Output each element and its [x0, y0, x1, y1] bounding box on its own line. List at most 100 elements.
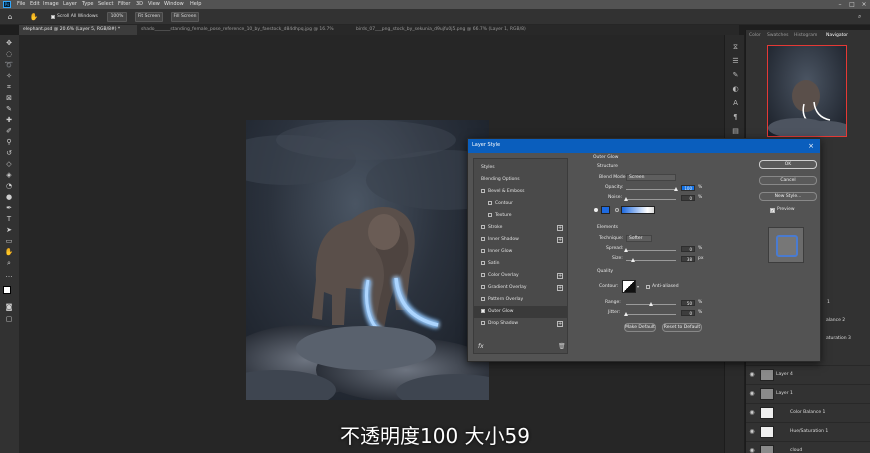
- menu-edit[interactable]: Edit: [30, 2, 40, 7]
- navigator-preview[interactable]: [767, 45, 847, 137]
- fill-screen-button[interactable]: Fill Screen: [171, 12, 199, 22]
- spread-slider-knob[interactable]: [623, 248, 628, 252]
- home-icon[interactable]: ⌂: [4, 12, 16, 22]
- style-checkbox[interactable]: [481, 188, 485, 193]
- minimize-icon[interactable]: –: [836, 1, 844, 8]
- chevron-down-icon[interactable]: ▾: [637, 285, 641, 289]
- layer-row[interactable]: ◉ Layer 1: [746, 384, 870, 403]
- properties-icon[interactable]: ☰: [731, 57, 740, 65]
- opacity-input[interactable]: 100: [681, 185, 695, 191]
- close-window-icon[interactable]: ×: [860, 1, 868, 8]
- brush-settings-icon[interactable]: ✎: [731, 71, 740, 79]
- menu-window[interactable]: Window: [164, 2, 184, 7]
- rectangle-tool-icon[interactable]: ▭: [4, 237, 14, 246]
- style-item[interactable]: Styles: [474, 162, 567, 174]
- technique-select[interactable]: Softer: [626, 235, 652, 242]
- adjustments-icon[interactable]: ◐: [731, 85, 740, 93]
- screen-mode-icon[interactable]: ▢: [4, 315, 14, 324]
- clone-stamp-icon[interactable]: ⚲: [4, 138, 14, 147]
- pen-tool-icon[interactable]: ✒: [4, 204, 14, 213]
- make-default-button[interactable]: Make Default: [624, 323, 656, 332]
- tab-swatches[interactable]: Swatches: [767, 33, 789, 39]
- anti-aliased-checkbox[interactable]: [646, 285, 650, 289]
- paint-bucket-icon[interactable]: ◈: [4, 171, 14, 180]
- style-checkbox[interactable]: [481, 284, 485, 289]
- maximize-icon[interactable]: □: [848, 1, 856, 8]
- foreground-color-swatch[interactable]: [3, 286, 11, 294]
- menu-filter[interactable]: Filter: [118, 2, 130, 7]
- style-item[interactable]: Pattern Overlay: [474, 294, 567, 306]
- eye-icon[interactable]: ◉: [748, 390, 756, 398]
- menu-image[interactable]: Image: [43, 2, 59, 7]
- style-item[interactable]: Color Overlay +: [474, 270, 567, 282]
- style-checkbox[interactable]: [488, 200, 492, 205]
- trash-icon[interactable]: 🗑: [558, 343, 566, 350]
- menu-layer[interactable]: Layer: [63, 2, 77, 7]
- style-item[interactable]: Bevel & Emboss: [474, 186, 567, 198]
- style-item[interactable]: Inner Shadow +: [474, 234, 567, 246]
- blur-tool-icon[interactable]: ◔: [4, 182, 14, 191]
- style-checkbox[interactable]: [481, 308, 485, 313]
- more-tools-icon[interactable]: …: [4, 271, 14, 280]
- eraser-icon[interactable]: ◇: [4, 160, 14, 169]
- healing-brush-icon[interactable]: ✚: [4, 116, 14, 125]
- style-checkbox[interactable]: [481, 248, 485, 253]
- new-style-button[interactable]: New Style...: [759, 192, 817, 201]
- layer-row[interactable]: ◉ Layer 4: [746, 365, 870, 384]
- tab-elephant[interactable]: elephant.psd @ 20.6% (Layer 5, RGB/8#) *: [19, 25, 137, 35]
- style-item[interactable]: Stroke +: [474, 222, 567, 234]
- type-tool-icon[interactable]: T: [4, 215, 14, 224]
- history-brush-icon[interactable]: ↺: [4, 149, 14, 158]
- move-tool-icon[interactable]: ✥: [4, 39, 14, 48]
- range-input[interactable]: 50: [681, 300, 695, 306]
- reset-to-default-button[interactable]: Reset to Default: [662, 323, 702, 332]
- style-item[interactable]: Outer Glow: [474, 306, 567, 318]
- tab-color[interactable]: Color: [749, 33, 761, 39]
- character-icon[interactable]: A: [731, 99, 740, 107]
- menu-help[interactable]: Help: [190, 2, 201, 7]
- style-item[interactable]: Blending Options: [474, 174, 567, 186]
- opacity-slider[interactable]: [626, 189, 676, 190]
- menu-view[interactable]: View: [148, 2, 160, 7]
- frame-tool-icon[interactable]: ⊠: [4, 94, 14, 103]
- opacity-slider-knob[interactable]: [673, 187, 678, 191]
- solid-color-radio[interactable]: [594, 208, 598, 212]
- spread-slider[interactable]: [626, 250, 676, 251]
- tab-navigator[interactable]: Navigator: [826, 33, 848, 39]
- noise-slider-knob[interactable]: [623, 197, 628, 201]
- menu-type[interactable]: Type: [82, 2, 93, 7]
- style-item[interactable]: Contour: [474, 198, 567, 210]
- style-checkbox[interactable]: [481, 260, 485, 265]
- ok-button[interactable]: OK: [759, 160, 817, 169]
- add-style-icon[interactable]: +: [557, 225, 563, 231]
- preview-checkbox[interactable]: ✓: [770, 208, 775, 213]
- gradient-radio[interactable]: [615, 208, 619, 212]
- search-icon[interactable]: ⌕: [858, 13, 866, 21]
- tab-birds[interactable]: birds_07___png_stock_by_sekunia_d9ujfu0j…: [352, 25, 542, 35]
- noise-slider[interactable]: [626, 199, 676, 200]
- style-item[interactable]: Satin: [474, 258, 567, 270]
- style-item[interactable]: Inner Glow: [474, 246, 567, 258]
- size-slider-knob[interactable]: [631, 258, 635, 262]
- dialog-titlebar[interactable]: Layer Style ×: [468, 139, 820, 153]
- add-style-icon[interactable]: +: [557, 273, 563, 279]
- document-canvas-image[interactable]: [246, 120, 489, 400]
- magic-wand-icon[interactable]: ✧: [4, 72, 14, 81]
- jitter-slider-knob[interactable]: [623, 312, 628, 316]
- style-checkbox[interactable]: [481, 224, 485, 229]
- style-checkbox[interactable]: [481, 296, 485, 301]
- spread-input[interactable]: 0: [681, 246, 695, 252]
- style-checkbox[interactable]: [481, 236, 485, 241]
- brush-tool-icon[interactable]: ✐: [4, 127, 14, 136]
- dodge-tool-icon[interactable]: ●: [4, 193, 14, 202]
- style-checkbox[interactable]: [481, 320, 485, 325]
- contour-picker[interactable]: [622, 280, 636, 293]
- eye-icon[interactable]: ◉: [748, 447, 756, 453]
- zoom-tool-icon[interactable]: ⌕: [4, 259, 14, 268]
- eyedropper-icon[interactable]: ✎: [4, 105, 14, 114]
- fit-screen-button[interactable]: Fit Screen: [135, 12, 163, 22]
- cancel-button[interactable]: Cancel: [759, 176, 817, 185]
- paragraph-icon[interactable]: ¶: [731, 113, 740, 121]
- history-icon[interactable]: ⧖: [731, 43, 740, 51]
- add-style-icon[interactable]: +: [557, 285, 563, 291]
